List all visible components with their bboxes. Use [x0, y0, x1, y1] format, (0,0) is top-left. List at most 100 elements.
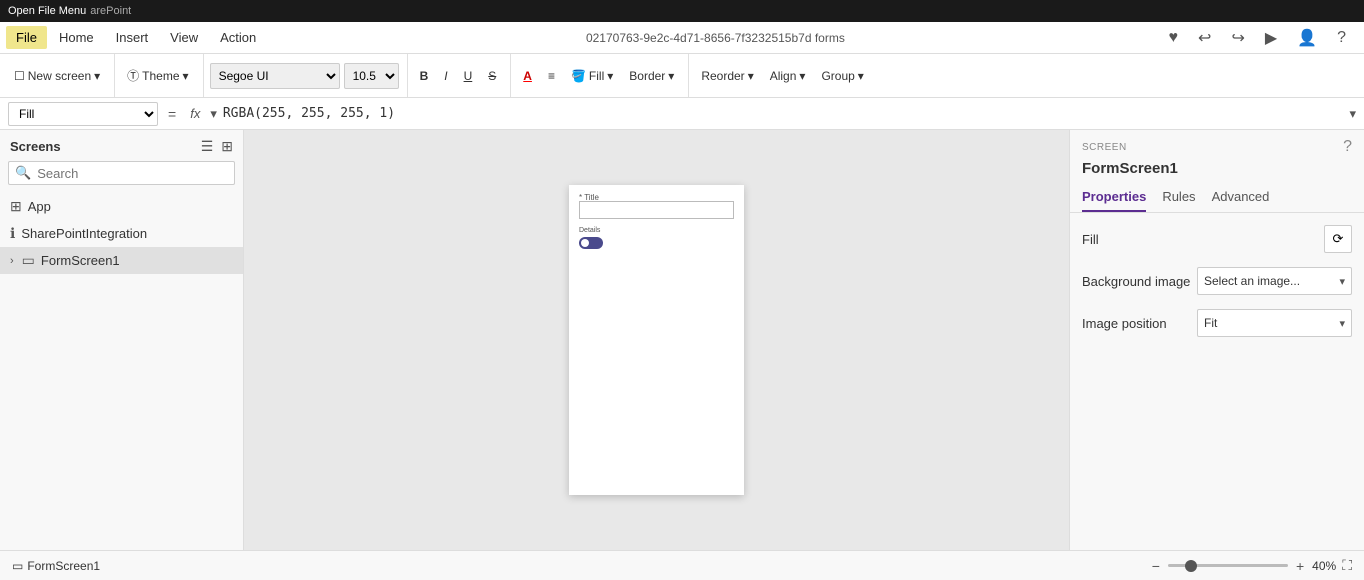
image-position-chevron: ▾: [1339, 317, 1345, 330]
expand-icon: ›: [10, 255, 14, 267]
align-chevron: ▾: [799, 69, 805, 83]
search-icon: 🔍: [15, 165, 31, 181]
new-screen-chevron: ▾: [94, 69, 100, 83]
formula-bar: Fill = fx ▾ ▾: [0, 98, 1364, 130]
grid-view-icon[interactable]: ⊞: [221, 138, 233, 155]
toolbar-arrange-group: Reorder ▾ Align ▾ Group ▾: [695, 54, 878, 97]
formscreen-icon: ▭: [22, 252, 35, 269]
menu-item-action[interactable]: Action: [210, 26, 266, 49]
underline-button[interactable]: U: [458, 66, 479, 86]
open-file-menu-label[interactable]: Open File Menu: [8, 5, 86, 17]
search-input[interactable]: [37, 166, 228, 181]
zoom-plus-button[interactable]: +: [1294, 558, 1306, 574]
menu-item-file[interactable]: File: [6, 26, 47, 49]
sidebar-item-formscreen[interactable]: › ▭ FormScreen1: [0, 247, 243, 274]
property-select[interactable]: Fill: [8, 102, 158, 126]
app-icon: ⊞: [10, 198, 22, 215]
background-image-dropdown[interactable]: Select an image... ▾: [1197, 267, 1352, 295]
menu-item-view[interactable]: View: [160, 26, 208, 49]
diagnostic-icon[interactable]: ♥: [1165, 27, 1183, 49]
background-image-row: Background image Select an image... ▾: [1082, 267, 1352, 295]
font-size-select[interactable]: 10.5: [344, 63, 399, 89]
toolbar-text-format-group: B I U S: [414, 54, 512, 97]
title-bar-left: Open File Menu arePoint: [8, 5, 131, 17]
align-button[interactable]: ≡: [542, 66, 561, 86]
toolbar-new-screen-group: ☐ New screen ▾: [8, 54, 115, 97]
search-box: 🔍: [8, 161, 235, 185]
border-button[interactable]: Border ▾: [623, 66, 680, 86]
bottom-screen-rect-icon: ▭: [12, 559, 23, 573]
title-bar: Open File Menu arePoint: [0, 0, 1364, 22]
canvas-details-label: Details: [579, 227, 600, 234]
reorder-button[interactable]: Reorder ▾: [695, 66, 759, 86]
zoom-minus-button[interactable]: −: [1150, 558, 1162, 574]
fill-color-button[interactable]: ⟳: [1324, 225, 1352, 253]
panel-body: Fill ⟳ Background image Select an image.…: [1070, 213, 1364, 550]
play-icon[interactable]: ▶: [1261, 26, 1281, 50]
sidebar-item-app[interactable]: ⊞ App: [0, 193, 243, 220]
font-family-select[interactable]: Segoe UI: [210, 63, 340, 89]
background-image-chevron: ▾: [1339, 275, 1345, 288]
sidebar-icons: ☰ ⊞: [201, 138, 233, 155]
formula-expand-chevron[interactable]: ▾: [1349, 106, 1356, 122]
formula-chevron[interactable]: ▾: [210, 106, 217, 122]
help-icon[interactable]: ?: [1333, 27, 1350, 49]
sidebar-item-sharepoint-label: SharePointIntegration: [21, 226, 147, 241]
sidebar-items: ⊞ App ℹ SharePointIntegration › ▭ FormSc…: [0, 193, 243, 550]
canvas-text-field: [579, 201, 734, 219]
menu-item-home[interactable]: Home: [49, 26, 104, 49]
background-image-value: Select an image...: [1204, 274, 1300, 288]
right-panel: SCREEN ? FormScreen1 Properties Rules Ad…: [1069, 130, 1364, 550]
image-position-row: Image position Fit ▾: [1082, 309, 1352, 337]
fill-button[interactable]: 🪣 Fill ▾: [565, 66, 619, 86]
sidebar-title: Screens: [10, 139, 61, 154]
image-position-value: Fit: [1204, 316, 1217, 330]
redo-icon[interactable]: ↪: [1227, 26, 1248, 50]
theme-icon: Ⓣ: [127, 67, 139, 84]
toolbar-theme-group: Ⓣ Theme ▾: [121, 54, 203, 97]
user-icon[interactable]: 👤: [1293, 26, 1321, 50]
tab-rules[interactable]: Rules: [1162, 185, 1195, 212]
font-color-button[interactable]: A: [517, 66, 538, 86]
fill-row: Fill ⟳: [1082, 225, 1352, 253]
fill-icon: 🪣: [571, 69, 586, 83]
panel-title: FormScreen1: [1070, 160, 1364, 185]
refresh-icon: ⟳: [1333, 231, 1344, 247]
panel-help-icon[interactable]: ?: [1343, 138, 1352, 156]
italic-button[interactable]: I: [438, 66, 453, 86]
new-screen-button[interactable]: ☐ New screen ▾: [8, 66, 106, 86]
canvas-area[interactable]: * Title Details: [244, 130, 1069, 550]
canvas-toggle[interactable]: [579, 237, 603, 249]
tab-properties[interactable]: Properties: [1082, 185, 1146, 212]
panel-tabs: Properties Rules Advanced: [1070, 185, 1364, 213]
main-content: Screens ☰ ⊞ 🔍 ⊞ App ℹ SharePointIntegrat…: [0, 130, 1364, 550]
sidebar-item-formscreen-label: FormScreen1: [41, 253, 120, 268]
group-button[interactable]: Group ▾: [815, 66, 869, 86]
list-view-icon[interactable]: ☰: [201, 138, 214, 155]
zoom-slider[interactable]: [1168, 564, 1288, 567]
formula-input[interactable]: [223, 106, 1344, 121]
bottom-screen-name-label: FormScreen1: [27, 559, 100, 573]
toolbar: ☐ New screen ▾ Ⓣ Theme ▾ Segoe UI 10.5 B…: [0, 54, 1364, 98]
align-arrange-button[interactable]: Align ▾: [764, 66, 812, 86]
toolbar-font-group: Segoe UI 10.5: [210, 54, 408, 97]
undo-icon[interactable]: ↩: [1194, 26, 1215, 50]
tab-advanced[interactable]: Advanced: [1212, 185, 1270, 212]
theme-button[interactable]: Ⓣ Theme ▾: [121, 64, 194, 87]
bold-button[interactable]: B: [414, 66, 435, 86]
fx-label[interactable]: fx: [186, 106, 204, 121]
app-id-label: 02170763-9e2c-4d71-8656-7f3232515b7d for…: [268, 31, 1162, 45]
fill-label: Fill: [1082, 232, 1099, 247]
new-screen-icon: ☐: [14, 69, 25, 83]
equals-sign: =: [164, 106, 180, 122]
sharepoint-label: arePoint: [90, 5, 131, 17]
image-position-dropdown[interactable]: Fit ▾: [1197, 309, 1352, 337]
theme-chevron: ▾: [183, 69, 189, 83]
border-chevron: ▾: [668, 69, 674, 83]
menu-item-insert[interactable]: Insert: [106, 26, 159, 49]
strikethrough-button[interactable]: S: [482, 66, 502, 86]
menu-icons-right: ♥ ↩ ↪ ▶ 👤 ?: [1165, 26, 1358, 50]
sidebar-item-sharepoint[interactable]: ℹ SharePointIntegration: [0, 220, 243, 247]
reorder-chevron: ▾: [748, 69, 754, 83]
expand-canvas-button[interactable]: ⛶: [1342, 557, 1352, 574]
